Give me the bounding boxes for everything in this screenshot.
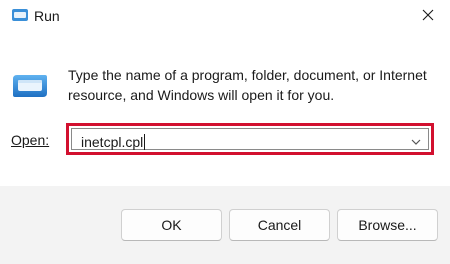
open-label-text: Open: bbox=[11, 132, 50, 148]
close-button[interactable] bbox=[406, 0, 450, 30]
open-label: Open: bbox=[11, 132, 49, 148]
description-text: Type the name of a program, folder, docu… bbox=[68, 67, 427, 103]
text-caret bbox=[144, 134, 146, 150]
chevron-down-icon[interactable] bbox=[410, 137, 422, 147]
open-input[interactable]: inetcpl.cpl bbox=[81, 134, 146, 150]
open-combobox[interactable]: inetcpl.cpl bbox=[71, 128, 429, 150]
close-icon bbox=[422, 9, 434, 21]
title-bar: Run bbox=[0, 0, 450, 32]
ok-button[interactable]: OK bbox=[121, 209, 222, 241]
open-combobox-highlight[interactable]: inetcpl.cpl bbox=[66, 123, 434, 155]
button-bar: OK Cancel Browse... bbox=[0, 186, 450, 264]
run-icon bbox=[13, 75, 47, 97]
dialog-body: Type the name of a program, folder, docu… bbox=[0, 32, 450, 186]
open-input-value: inetcpl.cpl bbox=[81, 134, 144, 150]
browse-button[interactable]: Browse... bbox=[337, 209, 438, 241]
run-icon bbox=[12, 9, 28, 21]
cancel-button[interactable]: Cancel bbox=[229, 209, 330, 241]
window-title: Run bbox=[34, 8, 60, 24]
